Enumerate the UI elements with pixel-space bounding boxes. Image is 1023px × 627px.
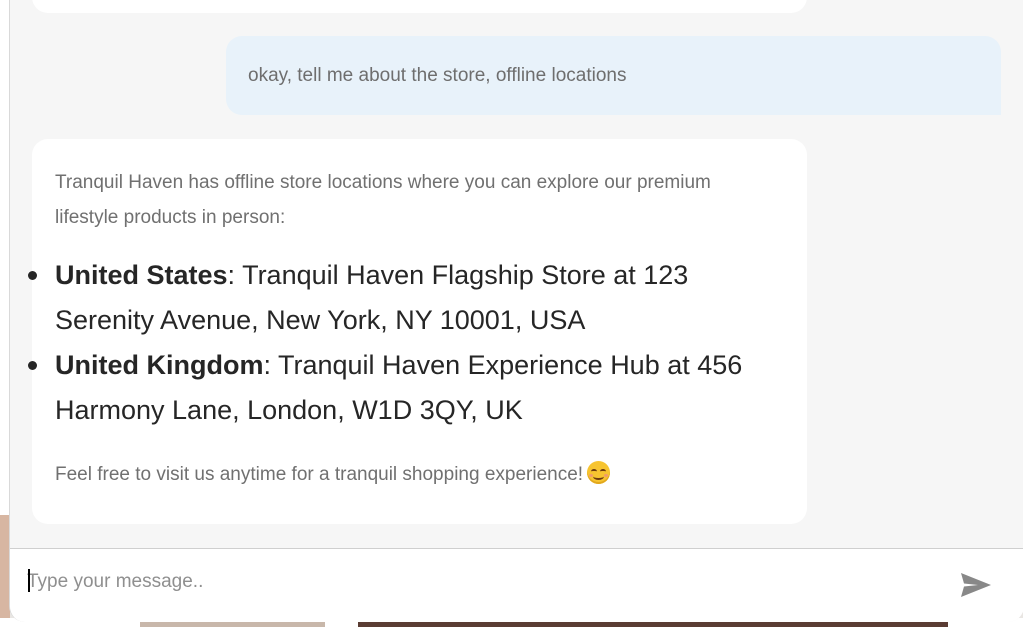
message-composer [10, 548, 1023, 622]
chat-window: okay, tell me about the store, offline l… [9, 0, 1023, 622]
smiling-face-icon [587, 461, 611, 484]
message-input[interactable] [27, 567, 927, 597]
location-country: United Kingdom [55, 350, 264, 380]
store-location-list: United States: Tranquil Haven Flagship S… [28, 253, 785, 433]
store-location-item: United Kingdom: Tranquil Haven Experienc… [28, 343, 775, 433]
location-country: United States [55, 260, 228, 290]
message-list[interactable]: okay, tell me about the store, offline l… [10, 0, 1023, 548]
user-message-bubble: okay, tell me about the store, offline l… [226, 36, 1001, 115]
bullet-icon [28, 361, 37, 370]
bot-message-bubble: Tranquil Haven has offline store locatio… [28, 139, 807, 524]
bot-intro-text: Tranquil Haven has offline store locatio… [55, 172, 711, 228]
location-separator: : [263, 350, 271, 380]
user-message-text: okay, tell me about the store, offline l… [248, 64, 627, 86]
store-location-item: United States: Tranquil Haven Flagship S… [28, 253, 775, 343]
bot-outro-text: Feel free to visit us anytime for a tran… [55, 464, 584, 485]
bullet-icon [28, 271, 37, 280]
previous-bot-message [32, 0, 807, 13]
send-icon [961, 573, 991, 597]
bot-outro: Feel free to visit us anytime for a tran… [55, 460, 785, 490]
location-separator: : [227, 260, 236, 290]
send-button[interactable] [958, 571, 994, 601]
text-cursor [28, 569, 30, 592]
